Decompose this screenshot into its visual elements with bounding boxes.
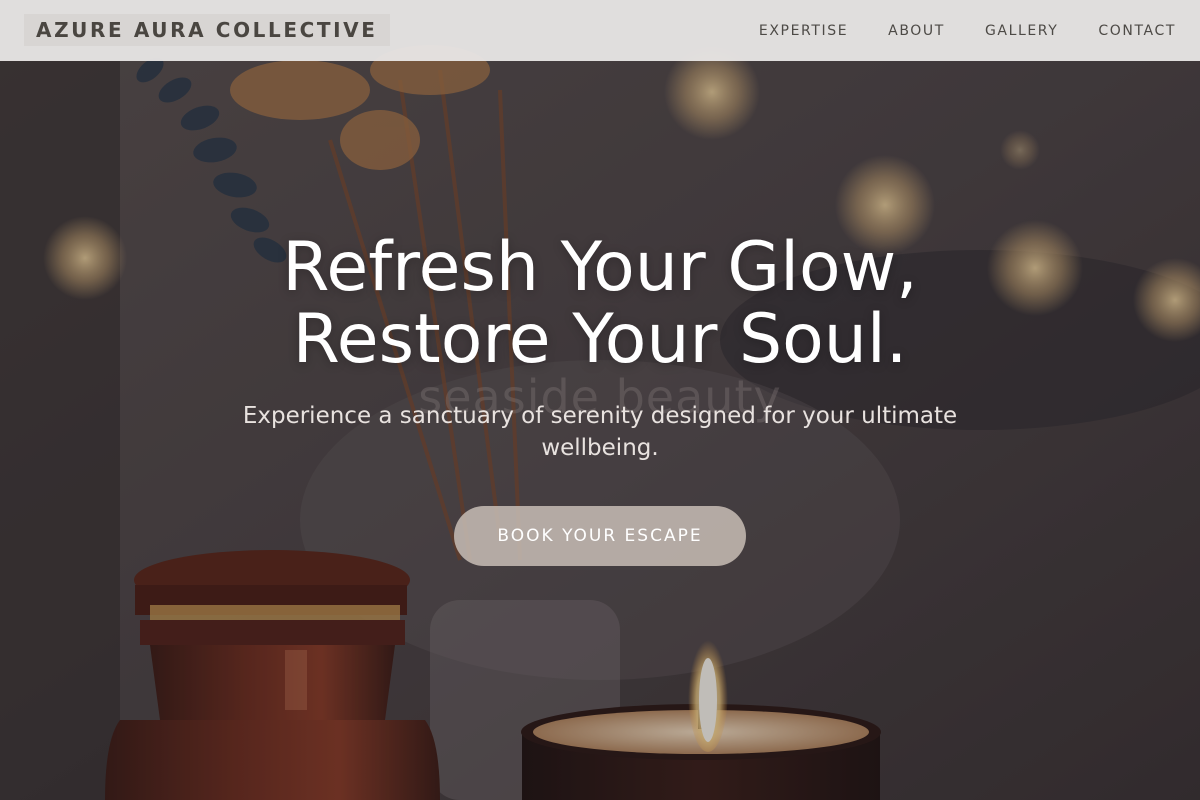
nav-links: EXPERTISE ABOUT GALLERY CONTACT [743, 0, 1200, 61]
nav-link-about[interactable]: ABOUT [888, 23, 945, 39]
brand-logo[interactable]: AZURE AURA COLLECTIVE [24, 14, 390, 46]
book-escape-button[interactable]: BOOK YOUR ESCAPE [454, 506, 746, 566]
hero-headline-line2: Restore Your Soul. [292, 300, 908, 379]
navbar: AZURE AURA COLLECTIVE EXPERTISE ABOUT GA… [0, 0, 1200, 61]
hero-content: Refresh Your Glow, Restore Your Soul. Ex… [0, 232, 1200, 566]
nav-link-contact[interactable]: CONTACT [1098, 23, 1176, 39]
nav-link-expertise[interactable]: EXPERTISE [759, 23, 848, 39]
hero-headline-line1: Refresh Your Glow, [282, 228, 918, 307]
hero-subtitle: Experience a sanctuary of serenity desig… [242, 403, 958, 461]
hero-headline: Refresh Your Glow, Restore Your Soul. [0, 232, 1200, 376]
nav-link-gallery[interactable]: GALLERY [985, 23, 1058, 39]
hero-section: seaside beauty AZURE AURA COLLECTIVE EXP… [0, 0, 1200, 800]
